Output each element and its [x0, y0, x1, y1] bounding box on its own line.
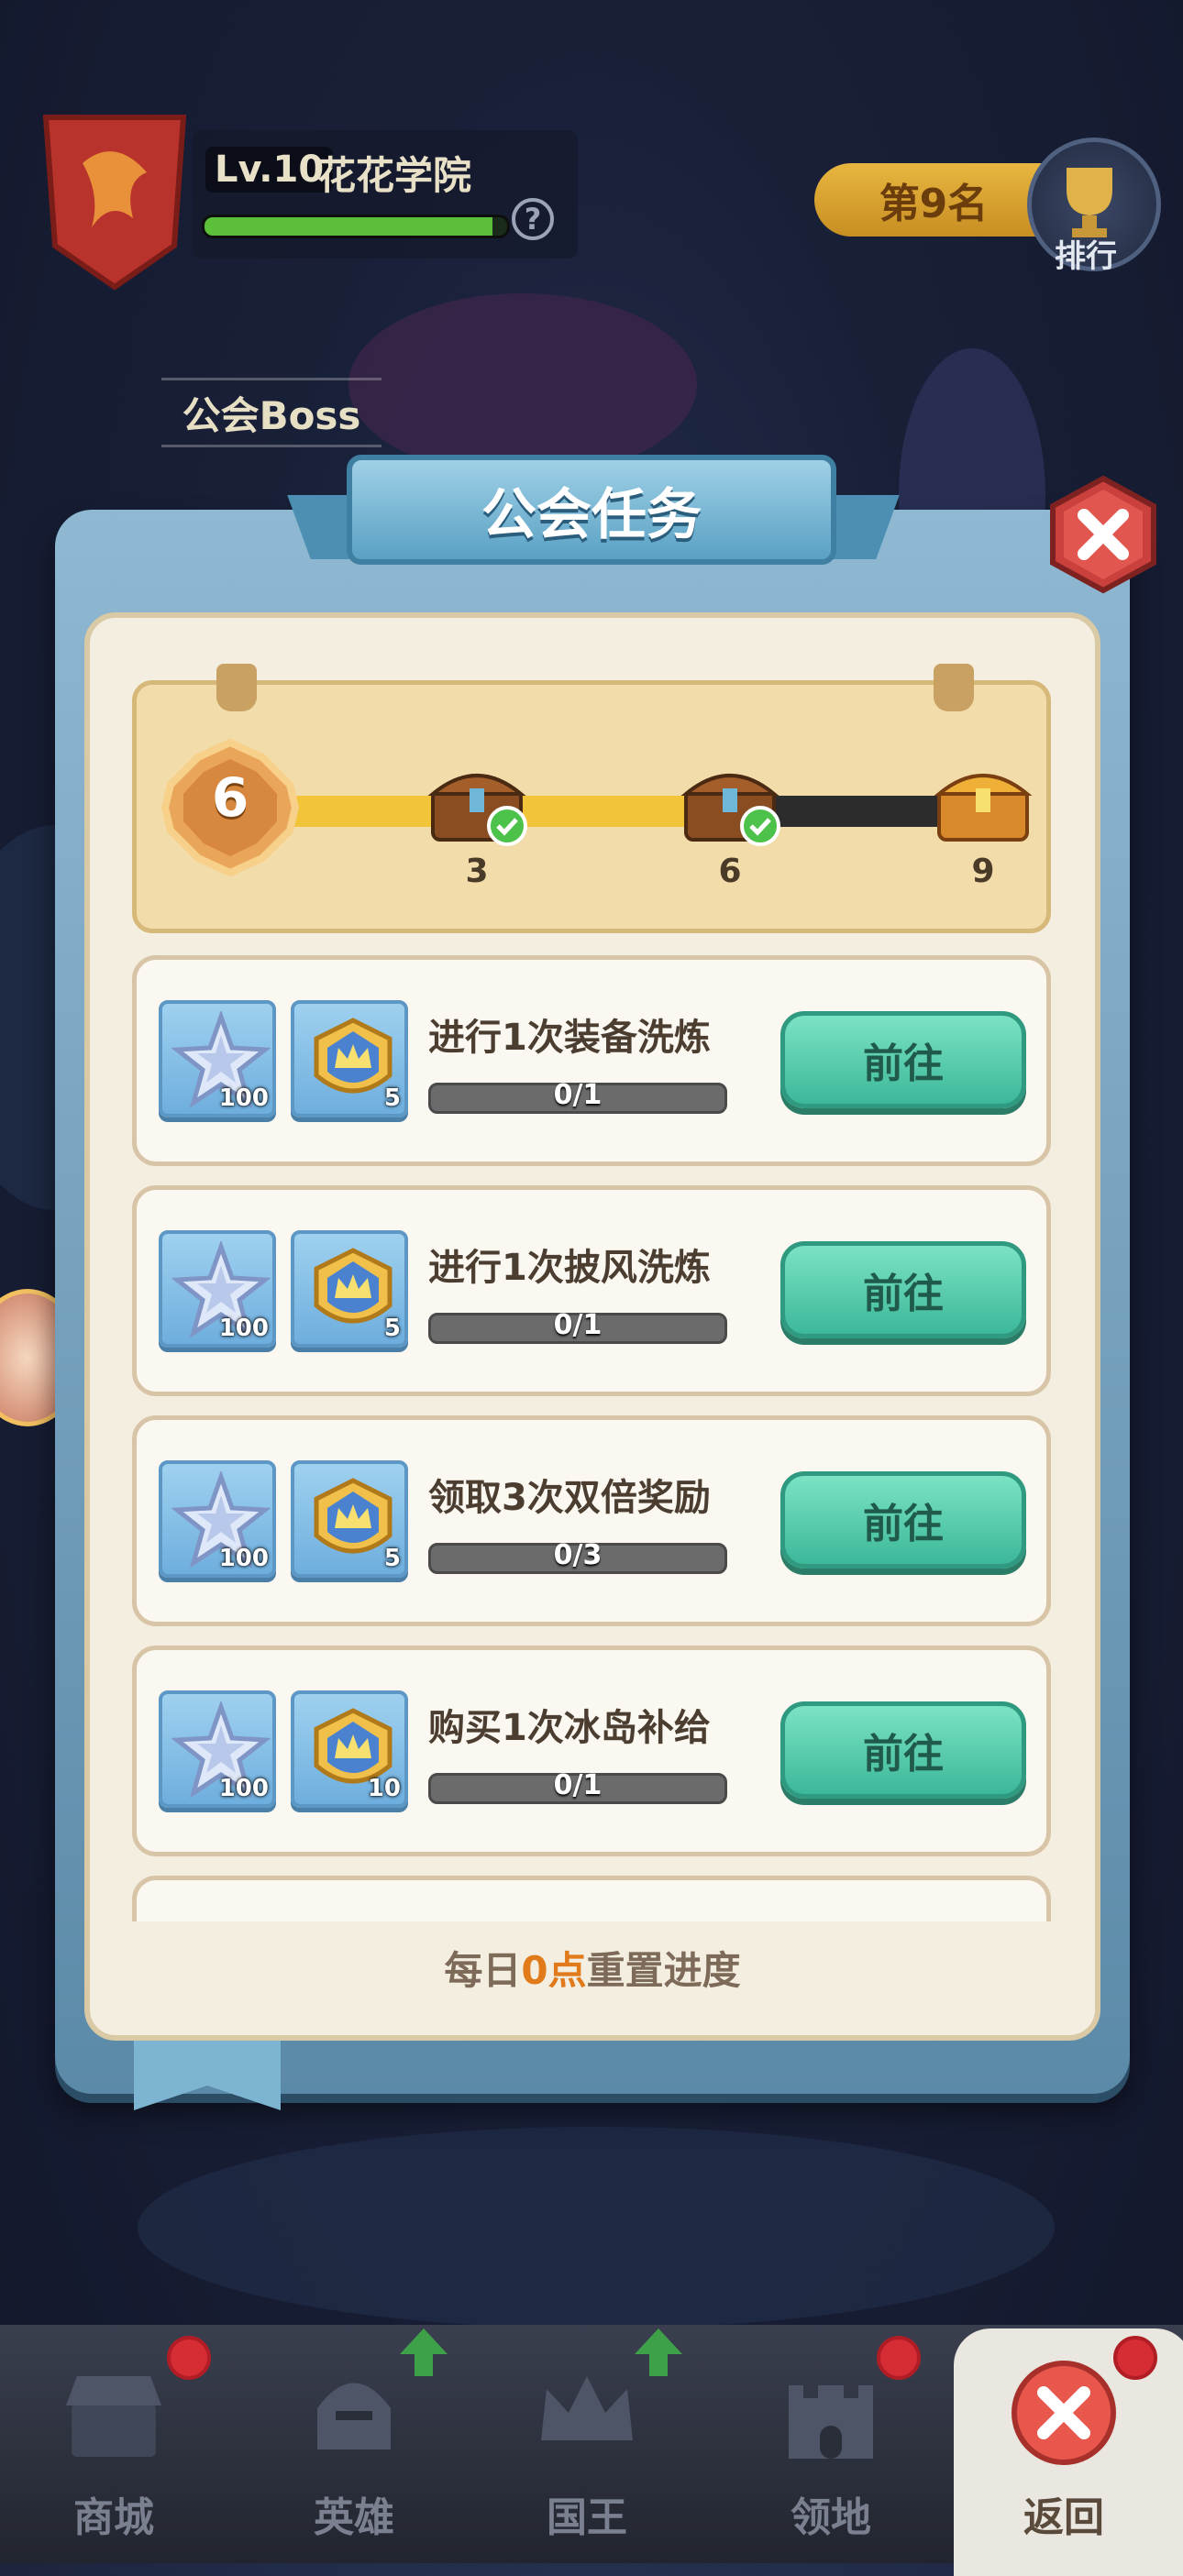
shop-icon — [66, 2376, 161, 2457]
task-name: 购买1次冰岛补给 — [428, 1707, 711, 1749]
hanger-peg-right — [934, 664, 974, 711]
task-card: 100 5 进行1次装备洗炼 0/1 前往 — [132, 955, 1051, 1166]
milestone-value: 9 — [971, 853, 995, 890]
task-progress-text: 0/1 — [553, 1309, 603, 1341]
notification-dot — [167, 2336, 211, 2380]
claimed-check-icon — [740, 806, 780, 846]
task-progress-text: 0/1 — [553, 1769, 603, 1801]
reward-count: 10 — [367, 1775, 401, 1802]
reward-count: 100 — [218, 1315, 269, 1342]
reward-count: 5 — [383, 1315, 401, 1342]
milestone-value: 3 — [465, 853, 489, 890]
panel-title: 公会任务 — [347, 455, 836, 565]
helmet-icon — [317, 2383, 391, 2449]
milestone-value: 6 — [718, 853, 742, 890]
reset-note-prefix: 每日 — [444, 1948, 522, 1993]
crown-icon — [541, 2376, 633, 2440]
reward-item[interactable]: 5 — [291, 1460, 408, 1578]
guild-boss-label[interactable]: 公会Boss — [161, 378, 381, 447]
guild-xp-fill — [205, 217, 492, 236]
notification-dot — [877, 2336, 921, 2380]
chest-progress-track — [275, 796, 1000, 827]
reward-count: 5 — [383, 1084, 401, 1112]
task-card: 100 5 进行1次披风洗炼 0/1 前往 — [132, 1185, 1051, 1396]
task-progress-text: 0/1 — [553, 1079, 603, 1111]
rank-badge[interactable]: 第9名 — [814, 163, 1053, 237]
help-button[interactable]: ? — [512, 198, 554, 240]
task-card: 100 10 购买1次冰岛补给 0/1 前往 — [132, 1646, 1051, 1856]
notification-dot — [1113, 2336, 1157, 2380]
task-name: 进行1次装备洗炼 — [428, 1017, 711, 1059]
castle-icon — [789, 2385, 873, 2459]
nav-label: 领地 — [791, 2494, 871, 2541]
nav-label: 商城 — [73, 2494, 154, 2541]
guild-level: Lv.10 — [205, 147, 334, 193]
reward-count: 100 — [218, 1545, 269, 1572]
reset-time: 0点 — [521, 1948, 587, 1993]
rank-label: 排行 — [1055, 238, 1117, 275]
upgrade-arrow-icon — [400, 2328, 448, 2376]
reset-note-suffix: 重置进度 — [586, 1948, 741, 1993]
claimed-check-icon — [487, 806, 527, 846]
reward-count: 5 — [383, 1545, 401, 1572]
task-card-partial — [132, 1876, 1051, 1921]
reset-note: 每日0点重置进度 — [84, 1940, 1100, 1996]
hanger-peg-left — [216, 664, 257, 711]
back-x-icon — [1012, 2361, 1116, 2465]
go-button[interactable]: 前往 — [780, 1701, 1026, 1799]
reward-item[interactable]: 5 — [291, 1230, 408, 1348]
current-points: 6 — [211, 766, 249, 829]
upgrade-arrow-icon — [635, 2328, 682, 2376]
golden-chest-icon[interactable] — [934, 757, 1033, 845]
nav-label: 返回 — [1023, 2494, 1104, 2541]
reward-count: 100 — [218, 1084, 269, 1112]
go-button[interactable]: 前往 — [780, 1471, 1026, 1569]
reward-count: 100 — [218, 1775, 269, 1802]
nav-label: 国王 — [547, 2494, 627, 2541]
task-name: 进行1次披风洗炼 — [428, 1247, 711, 1289]
reward-item[interactable]: 5 — [291, 1000, 408, 1117]
guild-banner-icon[interactable] — [37, 108, 193, 292]
reward-item[interactable]: 100 — [159, 1690, 276, 1808]
reward-item[interactable]: 100 — [159, 1460, 276, 1578]
go-button[interactable]: 前往 — [780, 1011, 1026, 1108]
task-card: 100 5 领取3次双倍奖励 0/3 前往 — [132, 1415, 1051, 1626]
reward-item[interactable]: 100 — [159, 1000, 276, 1117]
nav-label: 英雄 — [314, 2494, 394, 2541]
go-button[interactable]: 前往 — [780, 1241, 1026, 1338]
task-progress-text: 0/3 — [553, 1539, 603, 1571]
reward-item[interactable]: 100 — [159, 1230, 276, 1348]
reward-item[interactable]: 10 — [291, 1690, 408, 1808]
guild-name: 花花学院 — [317, 153, 472, 198]
nav-shop[interactable]: 商城 — [22, 2347, 205, 2558]
task-name: 领取3次双倍奖励 — [428, 1477, 711, 1519]
close-icon[interactable] — [1047, 475, 1159, 594]
guild-xp-bar — [202, 215, 510, 238]
